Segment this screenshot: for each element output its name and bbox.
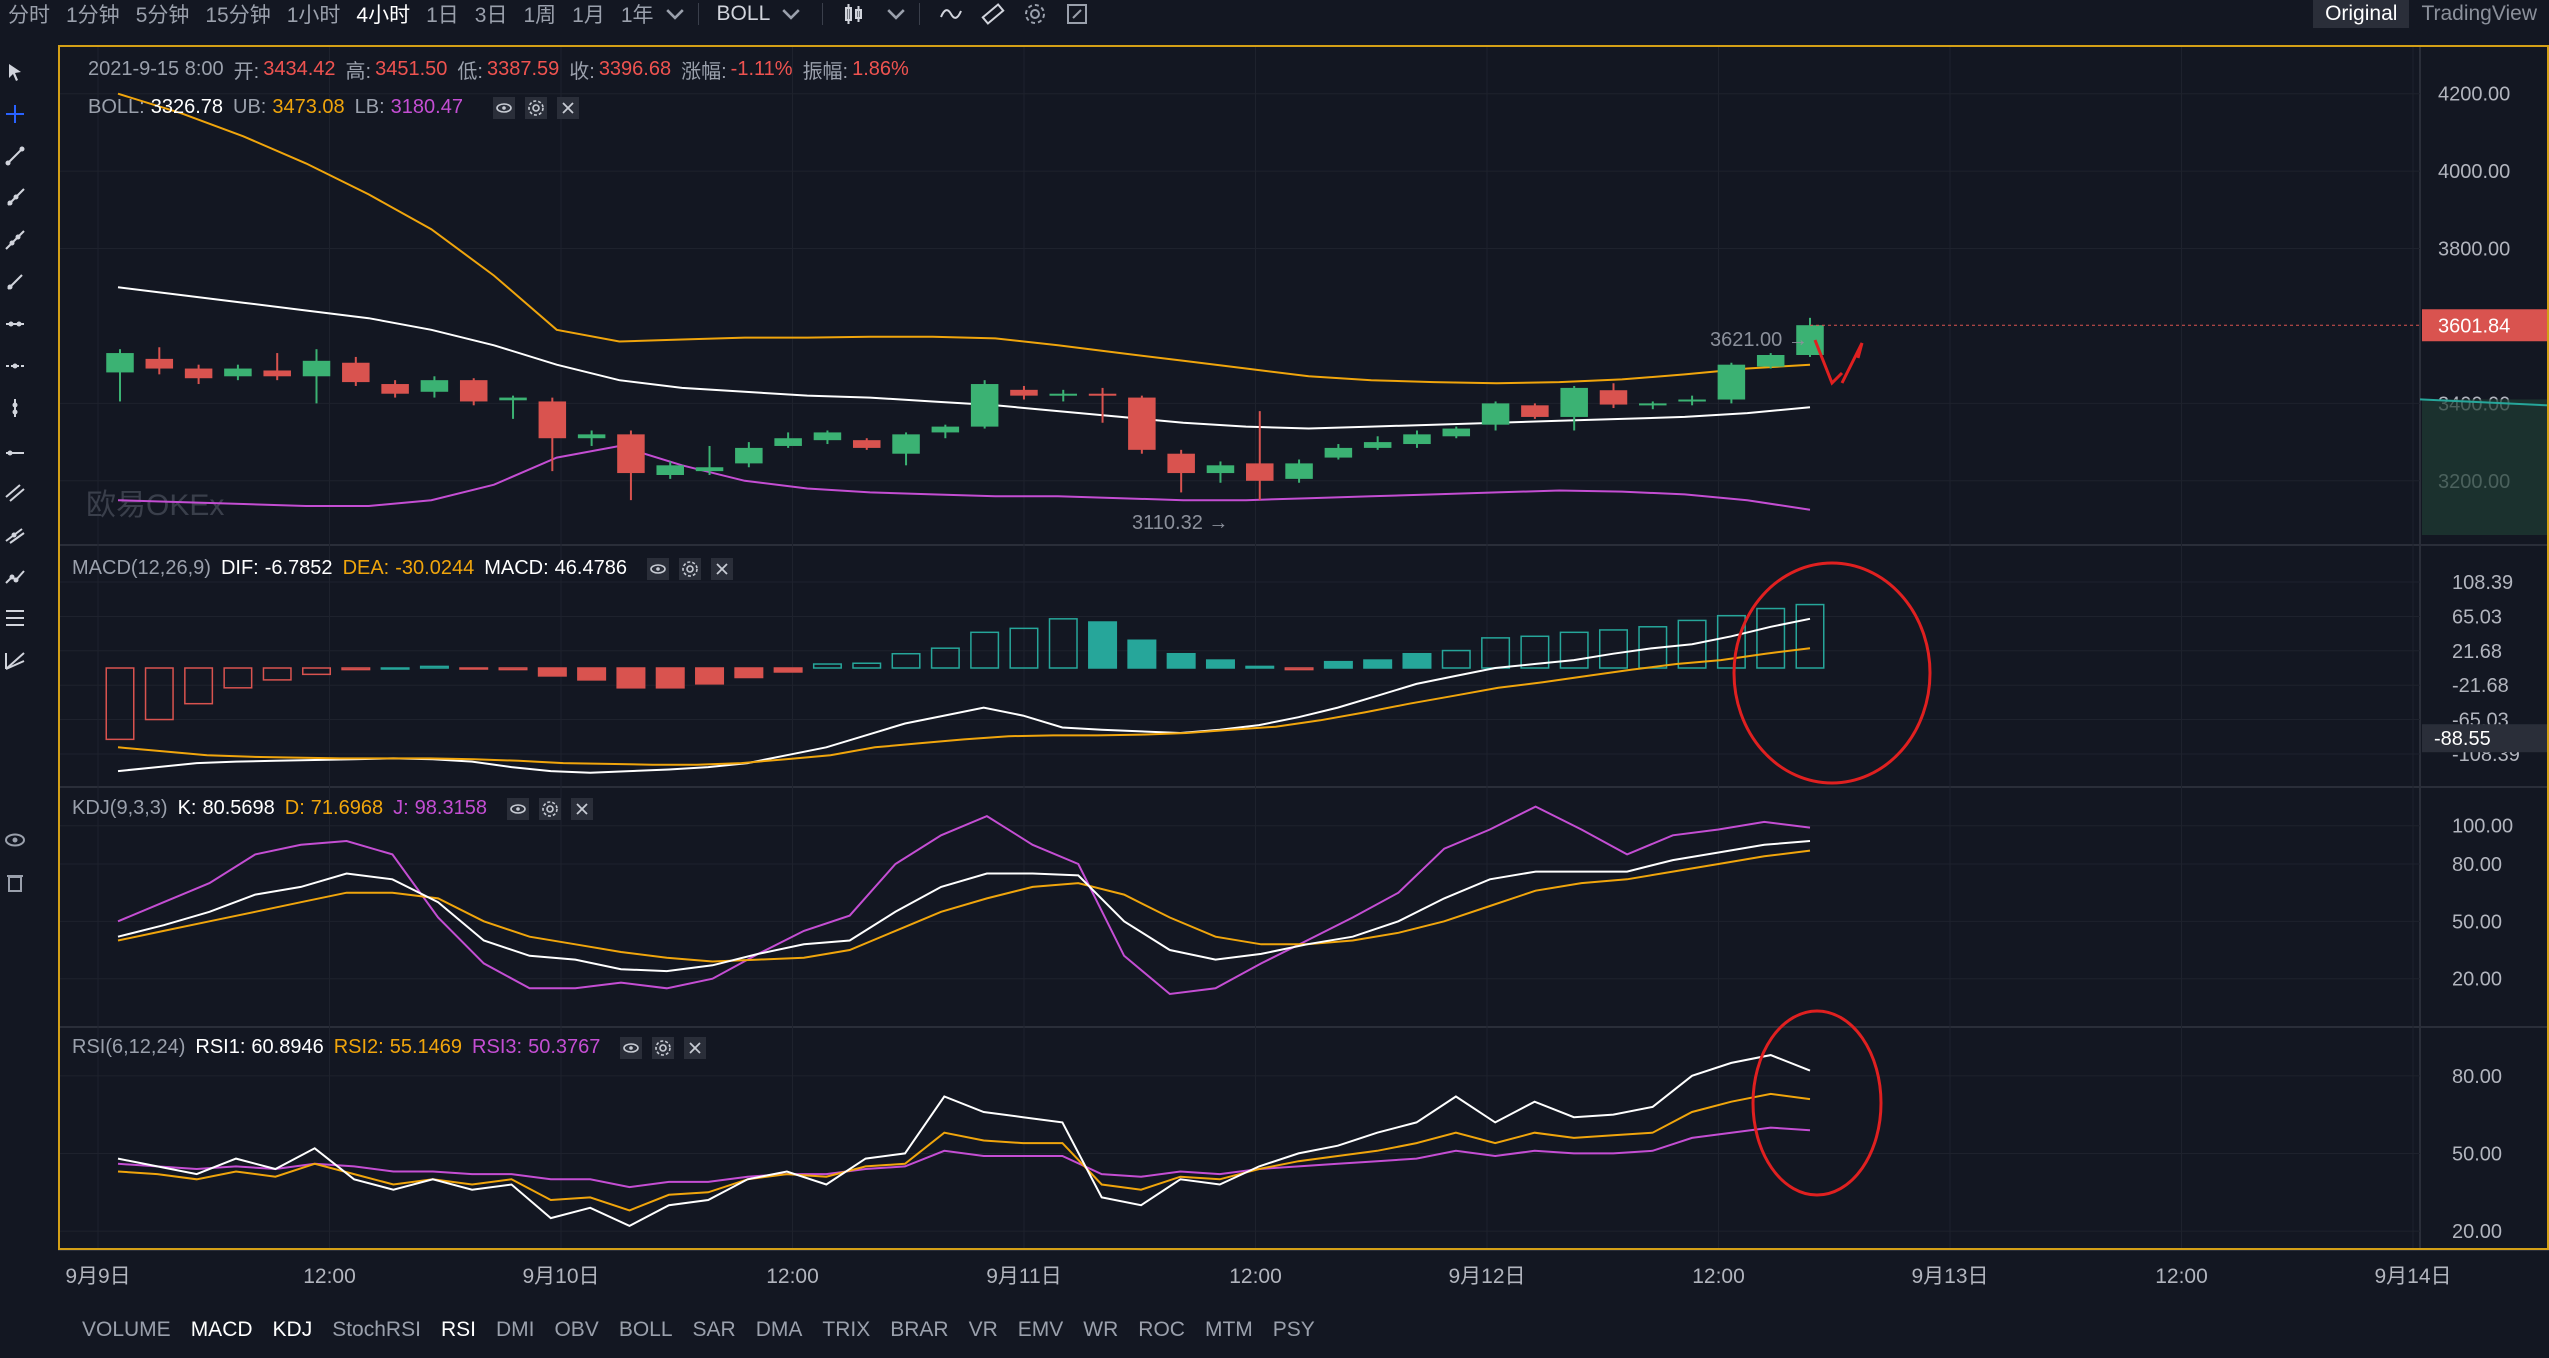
kdj-d-value: 71.6968 — [310, 797, 384, 819]
boll-ub-label: UB: — [233, 96, 267, 118]
chart-highlight-frame — [58, 45, 2549, 1250]
indicator-tab-trix[interactable]: TRIX — [822, 1318, 870, 1342]
legend-date: 2021-9-15 8:00 — [88, 58, 224, 80]
rsi2-value: 55.1469 — [389, 1036, 463, 1058]
time-axis-label: 9月13日 — [1911, 1265, 1988, 1288]
macd-close-icon[interactable] — [710, 557, 733, 580]
high-label: 高: — [345, 61, 372, 83]
indicator-tab-emv[interactable]: EMV — [1018, 1318, 1064, 1342]
rsi3-value: 50.3767 — [528, 1036, 601, 1058]
time-axis-label: 12:00 — [766, 1265, 819, 1288]
macd-dea-label: DEA: — [342, 557, 390, 579]
boll-legend: BOLL: 3326.78 UB: 3473.08 LB: 3180.47 — [88, 96, 589, 119]
rsi1-value: 60.8946 — [251, 1036, 324, 1058]
boll-lb-value: 3180.47 — [390, 96, 463, 118]
indicator-tab-boll[interactable]: BOLL — [619, 1318, 673, 1342]
close-label: 收: — [569, 61, 595, 83]
change-value: -1.11% — [730, 58, 793, 80]
indicator-tab-macd[interactable]: MACD — [191, 1318, 253, 1342]
rsi1-label: RSI1: — [195, 1036, 246, 1058]
indicator-tab-vr[interactable]: VR — [969, 1318, 998, 1342]
macd-label: MACD(12,26,9) — [72, 557, 211, 579]
rsi-label: RSI(6,12,24) — [72, 1036, 186, 1058]
indicator-tab-volume[interactable]: VOLUME — [82, 1318, 171, 1342]
amplitude-label: 振幅: — [802, 61, 849, 83]
macd-settings-icon[interactable] — [678, 557, 701, 580]
indicator-tab-wr[interactable]: WR — [1083, 1318, 1118, 1342]
close-value: 3396.68 — [598, 58, 672, 80]
rsi-eye-icon[interactable] — [620, 1036, 643, 1059]
kdj-close-icon[interactable] — [570, 797, 593, 820]
time-axis-label: 9月9日 — [65, 1265, 130, 1288]
boll-close-icon[interactable] — [556, 96, 579, 119]
time-axis-label: 12:00 — [2155, 1265, 2208, 1288]
indicator-tab-brar[interactable]: BRAR — [890, 1318, 948, 1342]
low-label: 低: — [457, 61, 483, 83]
boll-eye-icon[interactable] — [492, 96, 515, 119]
rsi-close-icon[interactable] — [684, 1036, 707, 1059]
boll-ub-value: 3473.08 — [272, 96, 345, 118]
indicator-tab-dma[interactable]: DMA — [756, 1318, 803, 1342]
rsi3-label: RSI3: — [472, 1036, 523, 1058]
time-axis-label: 12:00 — [1229, 1265, 1282, 1288]
time-axis-label: 12:00 — [1692, 1265, 1745, 1288]
open-label: 开: — [233, 61, 260, 83]
rsi2-label: RSI2: — [333, 1036, 384, 1058]
kdj-legend: KDJ(9,3,3) K: 80.5698 D: 71.6968 J: 98.3… — [72, 797, 603, 820]
time-axis-label: 9月11日 — [986, 1265, 1061, 1288]
macd-dif-value: -6.7852 — [264, 557, 333, 579]
macd-dea-value: -30.0244 — [395, 557, 475, 579]
macd-eye-icon[interactable] — [646, 557, 669, 580]
kdj-k-value: 80.5698 — [202, 797, 275, 819]
time-axis-label: 12:00 — [303, 1265, 356, 1288]
ohlc-legend: 2021-9-15 8:00 开: 3434.42 高: 3451.50 低: … — [88, 55, 919, 84]
indicator-tab-psy[interactable]: PSY — [1273, 1318, 1315, 1342]
macd-macd-label: MACD: — [484, 557, 549, 579]
kdj-settings-icon[interactable] — [538, 797, 561, 820]
indicator-tab-rsi[interactable]: RSI — [441, 1318, 476, 1342]
boll-lb-label: LB: — [354, 96, 385, 118]
indicator-tab-dmi[interactable]: DMI — [496, 1318, 535, 1342]
boll-mid-value: 3326.78 — [150, 96, 223, 118]
high-value: 3451.50 — [375, 58, 448, 80]
indicator-tab-stochrsi[interactable]: StochRSI — [332, 1318, 421, 1342]
macd-legend: MACD(12,26,9) DIF: -6.7852 DEA: -30.0244… — [72, 557, 743, 580]
kdj-eye-icon[interactable] — [506, 797, 529, 820]
indicator-tab-mtm[interactable]: MTM — [1205, 1318, 1253, 1342]
boll-settings-icon[interactable] — [524, 96, 547, 119]
kdj-j-value: 98.3158 — [414, 797, 487, 819]
kdj-j-label: J: — [393, 797, 409, 819]
macd-dif-label: DIF: — [220, 557, 259, 579]
time-axis-label: 9月10日 — [522, 1265, 599, 1288]
macd-macd-value: 46.4786 — [554, 557, 627, 579]
time-axis-label: 9月14日 — [2374, 1265, 2451, 1288]
boll-label: BOLL: — [88, 96, 145, 118]
amplitude-value: 1.86% — [852, 58, 909, 80]
kdj-k-label: K: — [177, 797, 197, 819]
time-axis-label: 9月12日 — [1448, 1265, 1525, 1288]
rsi-legend: RSI(6,12,24) RSI1: 60.8946 RSI2: 55.1469… — [72, 1036, 716, 1059]
indicator-selector-bar: VOLUME MACD KDJ StochRSI RSI DMI OBV BOLL SAR DMA… — [0, 1302, 2549, 1358]
indicator-tab-roc[interactable]: ROC — [1138, 1318, 1185, 1342]
rsi-settings-icon[interactable] — [652, 1036, 675, 1059]
low-value: 3387.59 — [486, 58, 560, 80]
indicator-tab-kdj[interactable]: KDJ — [273, 1318, 313, 1342]
indicator-tab-sar[interactable]: SAR — [693, 1318, 736, 1342]
kdj-d-label: D: — [284, 797, 305, 819]
open-value: 3434.42 — [263, 58, 336, 80]
kdj-label: KDJ(9,3,3) — [72, 797, 168, 819]
change-label: 涨幅: — [681, 61, 727, 83]
indicator-tab-obv[interactable]: OBV — [554, 1318, 598, 1342]
